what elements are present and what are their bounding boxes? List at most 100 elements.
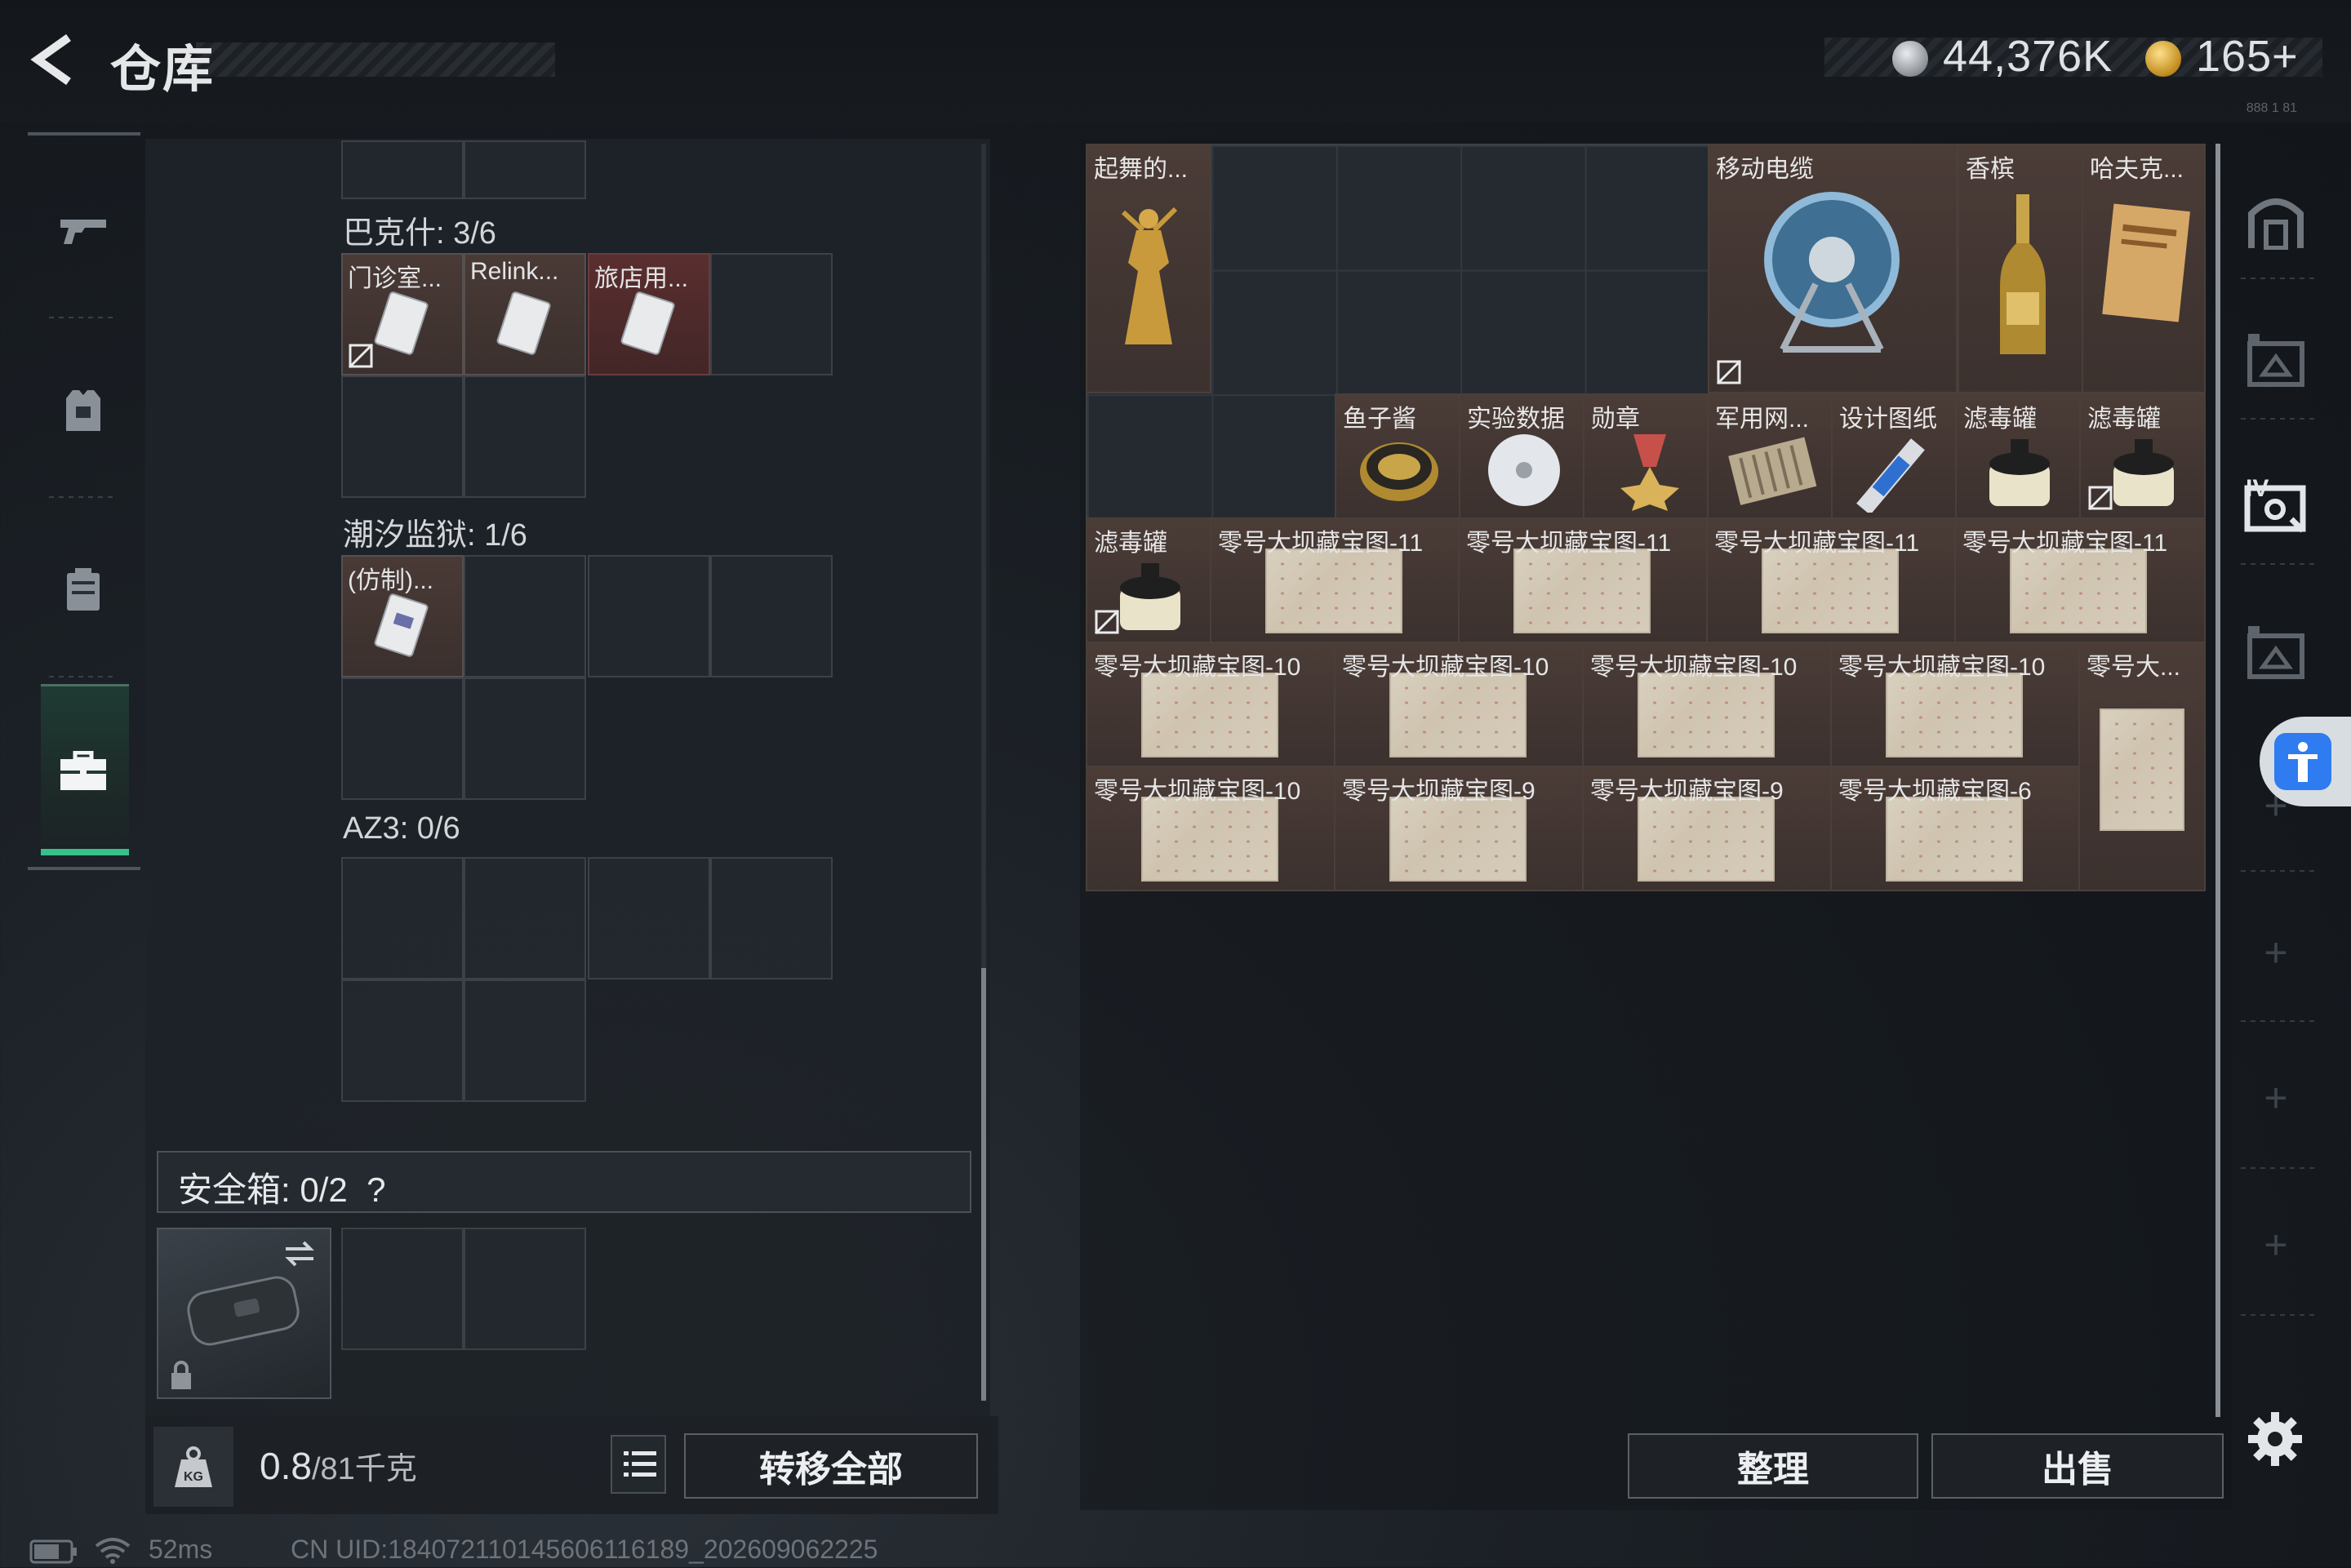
stash-tab-home[interactable]: [2238, 184, 2313, 260]
grid-cell[interactable]: [710, 253, 833, 375]
nav-weapons[interactable]: [41, 186, 126, 276]
item-name: 鱼子酱: [1343, 406, 1416, 433]
safe-box-count: 0/2: [300, 1170, 348, 1209]
stash-item[interactable]: 零号大坝藏宝图-6: [1830, 766, 2080, 891]
stash-item[interactable]: 零号大坝藏宝图-11: [1954, 517, 2206, 643]
item-name: 零号大坝藏宝图-6: [1838, 778, 2032, 805]
stash-item[interactable]: 零号大坝藏宝图-10: [1086, 766, 1335, 891]
container-item[interactable]: 门诊室...: [341, 253, 464, 375]
stash-item[interactable]: 设计图纸: [1831, 393, 1957, 519]
transfer-all-button[interactable]: 转移全部: [684, 1433, 978, 1499]
back-arrow-icon[interactable]: [26, 31, 83, 88]
grid-cell[interactable]: [341, 140, 464, 199]
stash-item[interactable]: 零号大坝藏宝图-9: [1582, 766, 1832, 891]
stash-item[interactable]: 零号大...: [2078, 642, 2206, 891]
stash-item[interactable]: 滤毒罐: [1086, 517, 1211, 643]
grid-cell[interactable]: [464, 140, 586, 199]
stash-item[interactable]: 零号大坝藏宝图-11: [1458, 517, 1708, 643]
container-item[interactable]: Relink...: [464, 253, 586, 375]
gun-icon: [60, 220, 106, 244]
silver-coin-icon: [1892, 41, 1928, 77]
stash-item[interactable]: 军用网...: [1707, 393, 1833, 519]
add-stash-icon[interactable]: +: [2257, 1224, 2295, 1265]
accessibility-icon[interactable]: [2274, 733, 2331, 790]
grid-cell[interactable]: [341, 677, 464, 800]
stash-item[interactable]: 零号大坝藏宝图-11: [1210, 517, 1460, 643]
grid-cell[interactable]: [464, 857, 586, 979]
keycard-icon: [374, 291, 429, 355]
left-scrollbar-thumb[interactable]: [981, 968, 986, 1401]
gold-coin-icon: [2145, 41, 2181, 77]
grid-cell[interactable]: [341, 1228, 464, 1350]
treasure-map-icon: [1389, 673, 1527, 757]
stash-item[interactable]: 零号大坝藏宝图-10: [1830, 642, 2080, 767]
list-view-button[interactable]: [611, 1435, 666, 1494]
stash-item[interactable]: 鱼子酱: [1335, 393, 1460, 519]
item-name: 滤毒罐: [1094, 530, 1167, 557]
container-label: 潮汐监狱: 1/6: [343, 518, 527, 553]
item-name: 零号大坝藏宝图-10: [1094, 654, 1301, 681]
stash-item[interactable]: 零号大坝藏宝图-9: [1334, 766, 1584, 891]
grid-cell[interactable]: [710, 555, 833, 677]
stash-item[interactable]: 移动电缆: [1708, 144, 1958, 393]
nav-top-line: [28, 132, 140, 135]
grid-cell[interactable]: [710, 857, 833, 979]
stash-item[interactable]: 起舞的...: [1086, 144, 1211, 393]
settings-gear-icon[interactable]: [2247, 1410, 2304, 1468]
storage-home-icon: [2248, 198, 2304, 250]
item-name: 零号大坝藏宝图-10: [1838, 654, 2046, 681]
add-stash-icon[interactable]: +: [2257, 932, 2295, 973]
grid-cell[interactable]: [588, 857, 710, 979]
item-name: 零号大坝藏宝图-11: [1466, 530, 1672, 557]
help-icon[interactable]: ?: [367, 1170, 385, 1209]
sell-button[interactable]: 出售: [1931, 1433, 2224, 1499]
stash-item[interactable]: 零号大坝藏宝图-10: [1582, 642, 1832, 767]
stash-item[interactable]: 哈夫克...: [2082, 144, 2206, 393]
stash-item[interactable]: 零号大坝藏宝图-11: [1706, 517, 1956, 643]
grid-cell[interactable]: [464, 979, 586, 1102]
grid-cell[interactable]: [464, 1228, 586, 1350]
stash-item[interactable]: 香槟: [1958, 144, 2083, 393]
stash-item[interactable]: 零号大坝藏宝图-10: [1334, 642, 1584, 767]
grid-cell[interactable]: [341, 979, 464, 1102]
stash-item[interactable]: 滤毒罐: [1955, 393, 2081, 519]
nav-armor[interactable]: [41, 366, 126, 455]
grid-cell[interactable]: [588, 555, 710, 677]
grid-cell[interactable]: [341, 857, 464, 979]
grid-cell[interactable]: [341, 375, 464, 498]
organize-button[interactable]: 整理: [1628, 1433, 1918, 1499]
treasure-map-icon: [2100, 708, 2184, 831]
stash-item[interactable]: 滤毒罐: [2079, 393, 2206, 519]
safe-box-label: 安全箱: 0/2 ?: [178, 1170, 386, 1209]
treasure-map-icon: [1762, 549, 1899, 633]
stash-item[interactable]: 实验数据: [1459, 393, 1584, 519]
stash-item[interactable]: 勋章: [1583, 393, 1709, 519]
nav-chest-rig[interactable]: [41, 545, 126, 635]
treasure-map-icon: [1389, 797, 1527, 882]
stash-tab-2[interactable]: [2238, 615, 2313, 691]
nav-separator: [49, 496, 118, 498]
safe-box-slot[interactable]: [157, 1228, 331, 1399]
stash-tab-1[interactable]: [2238, 323, 2313, 398]
stash-scrollbar-thumb[interactable]: [2215, 144, 2220, 1417]
item-name: 零号大坝藏宝图-11: [1962, 530, 2168, 557]
rnav-separator: [2241, 1167, 2316, 1169]
swap-icon[interactable]: [281, 1237, 318, 1270]
add-stash-icon[interactable]: +: [2257, 1077, 2295, 1118]
grid-cell[interactable]: [464, 677, 586, 800]
grid-cell[interactable]: [464, 375, 586, 498]
stash-item[interactable]: 零号大坝藏宝图-10: [1086, 642, 1335, 767]
currency-secondary[interactable]: 165+: [2196, 31, 2299, 82]
container-item[interactable]: (仿制)...: [341, 555, 464, 677]
lock-icon: [171, 1361, 191, 1389]
grid-cell[interactable]: [464, 555, 586, 677]
item-name: 滤毒罐: [1963, 406, 2037, 433]
item-name: 零号大坝藏宝图-10: [1342, 654, 1549, 681]
no-insurance-icon: [1094, 609, 1120, 635]
stash-page-icon: [2247, 626, 2304, 679]
nav-backpack[interactable]: [41, 726, 126, 816]
champagne-icon: [2000, 194, 2046, 354]
stash-tab-4-active[interactable]: IV: [2238, 469, 2313, 544]
rnav-separator: [2241, 1020, 2316, 1022]
container-item[interactable]: 旅店用...: [588, 253, 710, 375]
